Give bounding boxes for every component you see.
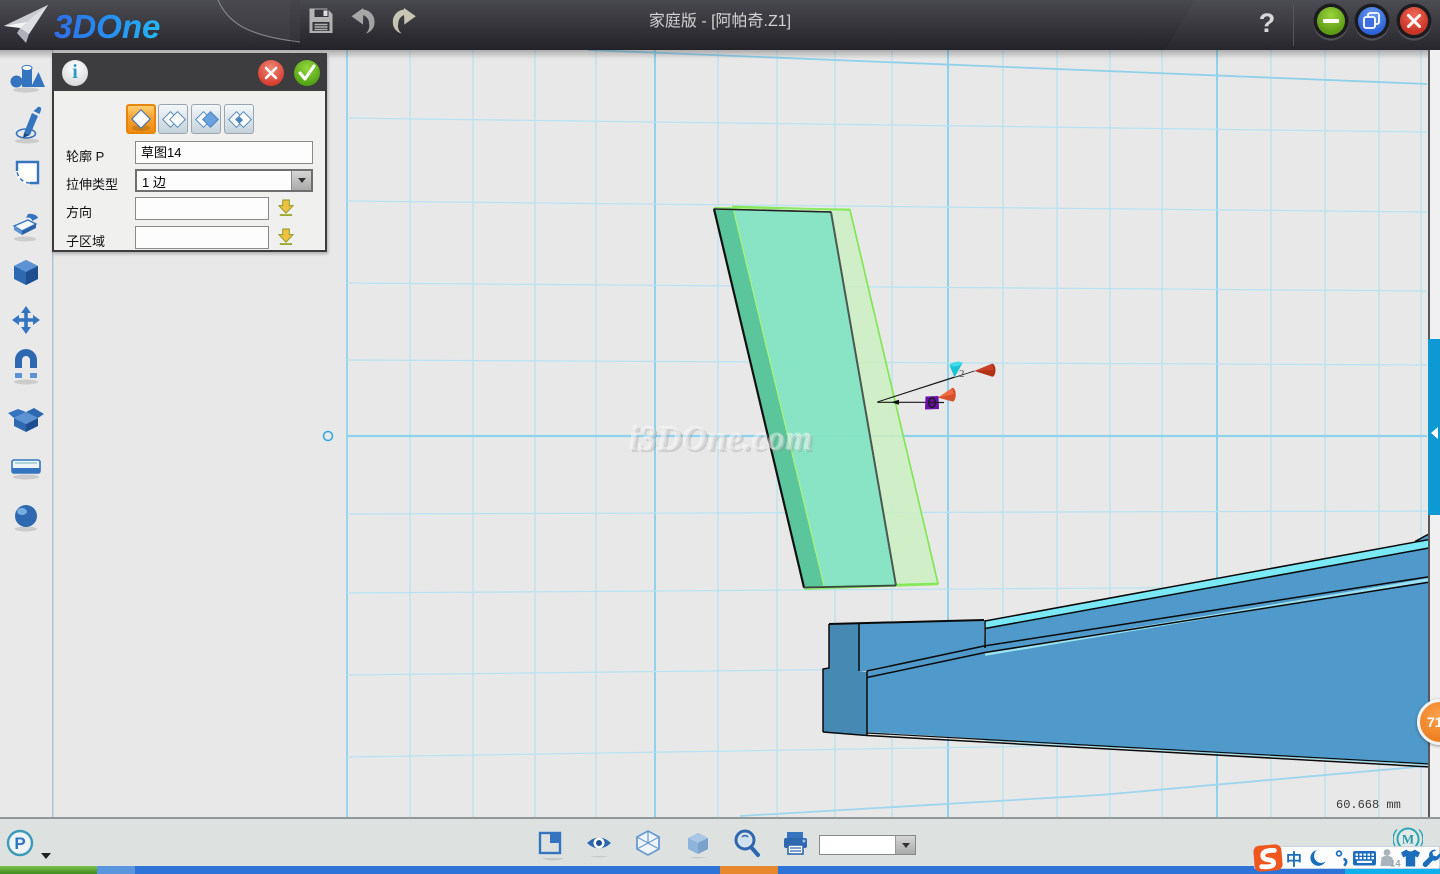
svg-text:中: 中 (1286, 850, 1302, 869)
svg-text:2: 2 (959, 368, 965, 380)
svg-text:P: P (14, 834, 25, 853)
svg-text:i3DOne.com: i3DOne.com (630, 421, 814, 459)
svg-text:14: 14 (1390, 859, 1401, 870)
